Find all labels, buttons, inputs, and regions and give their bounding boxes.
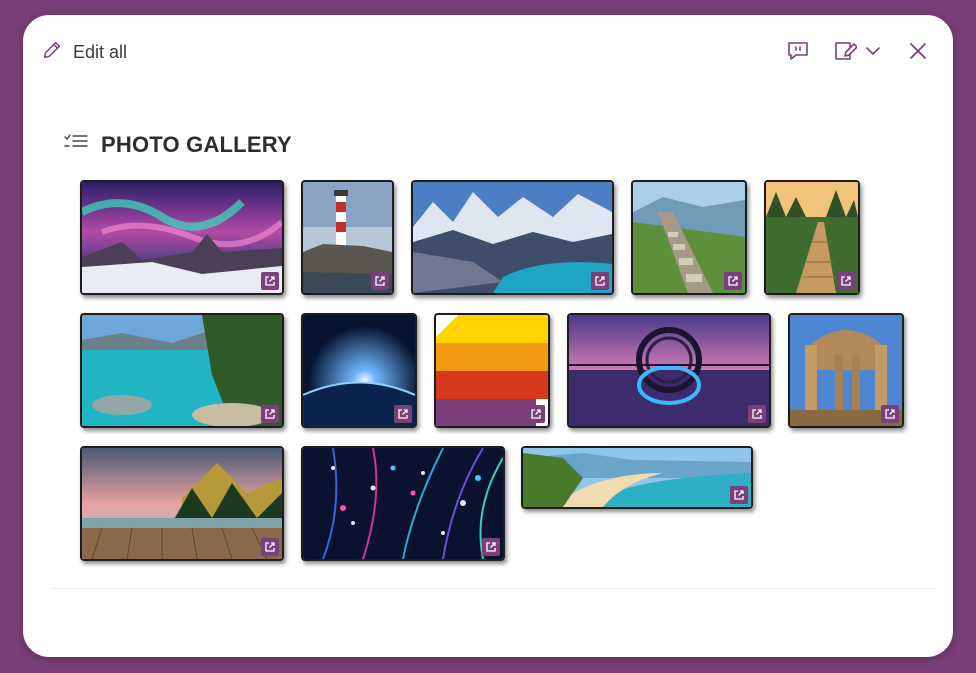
photo-clear-lake[interactable] — [80, 313, 284, 428]
open-external-icon[interactable] — [730, 486, 748, 504]
open-external-icon[interactable] — [724, 272, 742, 290]
open-external-icon[interactable] — [527, 405, 545, 423]
photo-aurora-mountain[interactable] — [80, 180, 284, 295]
photo-boardwalk-forest[interactable] — [764, 180, 860, 295]
divider — [51, 588, 935, 589]
photo-glacier-lake[interactable] — [411, 180, 614, 295]
open-external-icon[interactable] — [371, 272, 389, 290]
open-external-icon[interactable] — [261, 538, 279, 556]
open-external-icon[interactable] — [261, 272, 279, 290]
gallery-card: Edit all PHOTO GALLERY — [23, 15, 953, 657]
open-external-icon[interactable] — [837, 272, 855, 290]
open-external-icon[interactable] — [748, 405, 766, 423]
photo-wheel-reflection[interactable] — [567, 313, 771, 428]
section-header: PHOTO GALLERY — [63, 131, 292, 158]
comment-icon[interactable] — [786, 39, 810, 63]
open-external-icon[interactable] — [394, 405, 412, 423]
photo-stone-path[interactable] — [631, 180, 747, 295]
open-external-icon[interactable] — [261, 405, 279, 423]
photo-beach-panorama[interactable] — [521, 446, 753, 509]
toolbar: Edit all — [23, 15, 953, 90]
section-title: PHOTO GALLERY — [101, 131, 292, 157]
open-external-icon[interactable] — [482, 538, 500, 556]
photo-earth-sunrise[interactable] — [301, 313, 417, 428]
photo-ancient-ruins[interactable] — [788, 313, 904, 428]
edit-note-icon[interactable] — [833, 39, 857, 63]
photo-mountain-sunset-dock[interactable] — [80, 446, 284, 561]
open-external-icon[interactable] — [591, 272, 609, 290]
edit-all-button[interactable]: Edit all — [41, 39, 127, 66]
edit-all-label: Edit all — [73, 42, 128, 62]
photo-fiber-optics[interactable] — [301, 446, 505, 561]
chevron-down-icon[interactable] — [865, 39, 881, 63]
checklist-icon — [63, 131, 89, 158]
pencil-icon — [41, 39, 63, 66]
close-icon[interactable] — [908, 39, 928, 63]
photo-lighthouse[interactable] — [301, 180, 394, 295]
open-external-icon[interactable] — [881, 405, 899, 423]
photo-color-blocks[interactable] — [434, 313, 550, 428]
